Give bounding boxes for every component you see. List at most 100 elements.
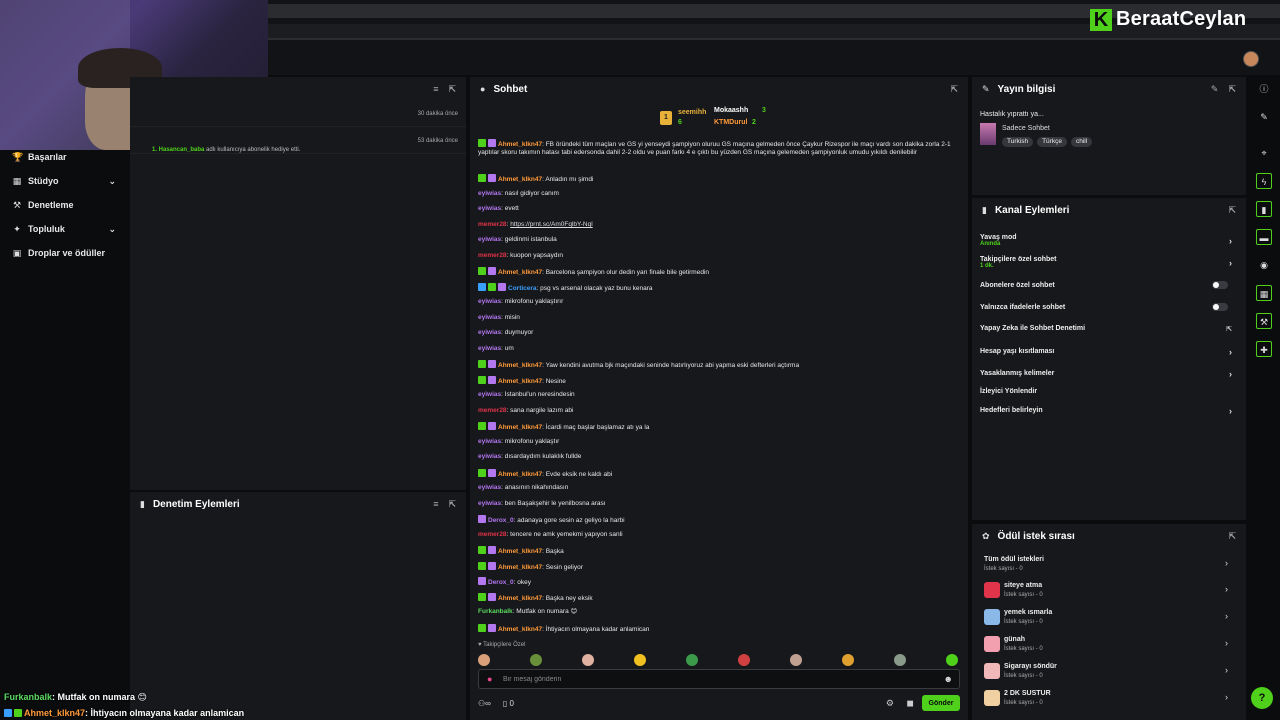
chat-message[interactable]: eyiwias: mikrofonu yaklaştır — [478, 438, 956, 446]
emote-icon[interactable] — [478, 654, 490, 666]
emote-icon[interactable] — [582, 654, 594, 666]
emote-icon[interactable] — [946, 654, 958, 666]
emote-icon[interactable] — [842, 654, 854, 666]
channel-action-row[interactable]: Hedefleri belirleyin › — [980, 406, 1238, 416]
chat-username[interactable]: Ahmet_klkn47 — [498, 378, 542, 385]
chat-username[interactable]: Ahmet_klkn47 — [498, 269, 542, 276]
popout-icon[interactable]: ⇱ — [448, 84, 456, 95]
microphone-icon[interactable]: ● — [487, 674, 492, 684]
points-icon[interactable]: ⚇∞ — [478, 699, 491, 708]
channel-action-row[interactable]: Abonelere özel sohbet — [980, 281, 1238, 289]
gear-icon[interactable]: ⚙ — [886, 698, 894, 709]
document-icon[interactable]: ▮ — [1256, 201, 1272, 217]
chat-username[interactable]: memer28 — [478, 531, 507, 538]
target-icon[interactable]: ⌖ — [1256, 145, 1272, 161]
popout-icon[interactable]: ⇱ — [1228, 531, 1236, 542]
broadcast-icon[interactable]: ◉ — [1256, 257, 1272, 273]
channel-action-row[interactable]: Hesap yaşı kısıtlaması › — [980, 347, 1238, 357]
chat-message[interactable]: Derox_0: okey — [478, 577, 956, 587]
send-button[interactable]: Gönder — [922, 695, 960, 711]
chat-message[interactable]: Ahmet_klkn47: Nesine — [478, 376, 956, 386]
emote-icon[interactable] — [738, 654, 750, 666]
chat-message[interactable]: eyiwias: ben Başakşehir le yenilbosna ar… — [478, 500, 956, 508]
emote-icon[interactable] — [634, 654, 646, 666]
chat-message[interactable]: eyiwias: nasıl gidiyor canım — [478, 190, 956, 198]
chat-username[interactable]: eyiwias — [478, 236, 501, 243]
popout-icon[interactable]: ⇱ — [950, 84, 958, 95]
chat-username[interactable]: Furkanbalk — [478, 608, 513, 615]
chat-username[interactable]: Ahmet_klkn47 — [498, 176, 542, 183]
filter-icon[interactable]: ≡ — [433, 84, 438, 95]
tag-chip[interactable]: chill — [1070, 137, 1093, 147]
sidebar-item-achievements[interactable]: 🏆 Başarılar — [0, 145, 130, 169]
chat-message[interactable]: eyiwias: dısardaydım kulaklık fullde — [478, 453, 956, 461]
chat-message[interactable]: Ahmet_klkn47: Anladın mı şimdi — [478, 174, 956, 184]
popout-icon[interactable]: ⇱ — [1228, 84, 1236, 95]
chat-username[interactable]: eyiwias — [478, 391, 501, 398]
chat-username[interactable]: Derox_0 — [488, 579, 514, 586]
chat-leaderboard[interactable]: 1 seemihh 6 Mokaashh 3 KTMDurul 2 — [660, 107, 790, 129]
channel-action-row[interactable]: İzleyici Yönlendir — [980, 388, 1238, 395]
chat-username[interactable]: eyiwias — [478, 438, 501, 445]
emote-icon[interactable] — [894, 654, 906, 666]
toggle-switch[interactable] — [1212, 303, 1228, 311]
chat-username[interactable]: eyiwias — [478, 205, 501, 212]
channel-action-row[interactable]: Takipçilere özel sohbet 1 dk. › — [980, 256, 1238, 269]
chat-username[interactable]: eyiwias — [478, 345, 501, 352]
tag-chip[interactable]: Turkish — [1002, 137, 1034, 147]
chat-username[interactable]: Ahmet_klkn47 — [498, 471, 542, 478]
chat-message[interactable]: Ahmet_klkn47: Başka ney eksik — [478, 593, 956, 603]
chat-message[interactable]: eyiwias: misin — [478, 314, 956, 322]
chat-message[interactable]: eyiwias: İstanbul'un neresindesin — [478, 391, 956, 399]
chat-username[interactable]: Ahmet_klkn47 — [498, 141, 542, 148]
chat-username[interactable]: eyiwias — [478, 329, 501, 336]
tag-chip[interactable]: Türkçe — [1037, 137, 1067, 147]
user-avatar[interactable] — [1243, 51, 1259, 67]
channel-action-row[interactable]: Yavaş mod Anında › — [980, 234, 1238, 247]
chat-message[interactable]: memer28: https://prnt.sc/Am0FqlbY-Nql — [478, 221, 956, 229]
chat-username[interactable]: Ahmet_klkn47 — [498, 548, 542, 555]
chat-username[interactable]: Ahmet_klkn47 — [498, 424, 542, 431]
chat-message[interactable]: Ahmet_klkn47: İhtiyacın olmayana kadar a… — [478, 624, 956, 634]
chat-message[interactable]: eyiwias: duymuyor — [478, 329, 956, 337]
sidebar-item-drops[interactable]: ▣ Droplar ve ödüller — [0, 241, 130, 265]
chat-username[interactable]: Ahmet_klkn47 — [498, 626, 542, 633]
sidebar-item-community[interactable]: ✦ Topluluk ⌄ — [0, 217, 130, 241]
chat-message[interactable]: Ahmet_klkn47: Yaw kendini avutma bjk maç… — [478, 360, 956, 370]
chat-message[interactable]: eyiwias: mikrofonu yaklaştırır — [478, 298, 956, 306]
chat-message[interactable]: memer28: tencere ne amk yemekmi yapıyon … — [478, 531, 956, 539]
chat-input[interactable] — [503, 673, 923, 686]
chat-username[interactable]: Ahmet_klkn47 — [498, 564, 542, 571]
stream-category[interactable]: Sadece Sohbet — [1002, 125, 1050, 132]
chat-username[interactable]: Derox_0 — [488, 517, 514, 524]
sidebar-item-moderation[interactable]: ⚒ Denetleme — [0, 193, 130, 217]
chat-username[interactable]: eyiwias — [478, 190, 501, 197]
chat-message[interactable]: memer28: sana nargile lazım abi — [478, 407, 956, 415]
chat-message[interactable]: Ahmet_klkn47: Evde eksik ne kaldı abi — [478, 469, 956, 479]
chat-message[interactable]: eyiwias: evett — [478, 205, 956, 213]
chat-settings-icon[interactable]: ◼ — [907, 698, 914, 709]
emote-icon[interactable] — [530, 654, 542, 666]
chat-input-box[interactable]: ● ☻ — [478, 669, 960, 689]
channel-action-row[interactable]: Yasaklanmış kelimeler › — [980, 369, 1238, 379]
chat-username[interactable]: eyiwias — [478, 453, 501, 460]
chat-message[interactable]: eyiwias: anasının nikahındasın — [478, 484, 956, 492]
channel-action-row[interactable]: Yapay Zeka ile Sohbet Denetimi ⇱ — [980, 325, 1238, 333]
chat-username[interactable]: Ahmet_klkn47 — [498, 595, 542, 602]
chat-message[interactable]: Ahmet_klkn47: İcardi maç başlar başlamaz… — [478, 422, 956, 432]
chat-message[interactable]: eyiwias: um — [478, 345, 956, 353]
chat-username[interactable]: memer28 — [478, 407, 507, 414]
emote-icon[interactable] — [686, 654, 698, 666]
chat-username[interactable]: eyiwias — [478, 500, 501, 507]
channel-action-row[interactable]: Yalnızca ifadelerle sohbet — [980, 303, 1238, 311]
toggle-switch[interactable] — [1212, 281, 1228, 289]
info-icon[interactable]: ⓘ — [1256, 81, 1272, 97]
chat-username[interactable]: Ahmet_klkn47 — [498, 362, 542, 369]
external-link-icon[interactable]: ⇱ — [1226, 325, 1232, 333]
chat-username[interactable]: Corticera — [508, 285, 537, 292]
chat-message[interactable]: Ahmet_klkn47: FB öründeki tüm maçları ve… — [478, 139, 956, 157]
bookmark-icon[interactable]: ▯ 0 — [503, 699, 514, 708]
chat-message[interactable]: Ahmet_klkn47: Başka — [478, 546, 956, 556]
calendar-icon[interactable]: ▦ — [1256, 285, 1272, 301]
chat-message[interactable]: memer28: kuopon yapsaydın — [478, 252, 956, 260]
